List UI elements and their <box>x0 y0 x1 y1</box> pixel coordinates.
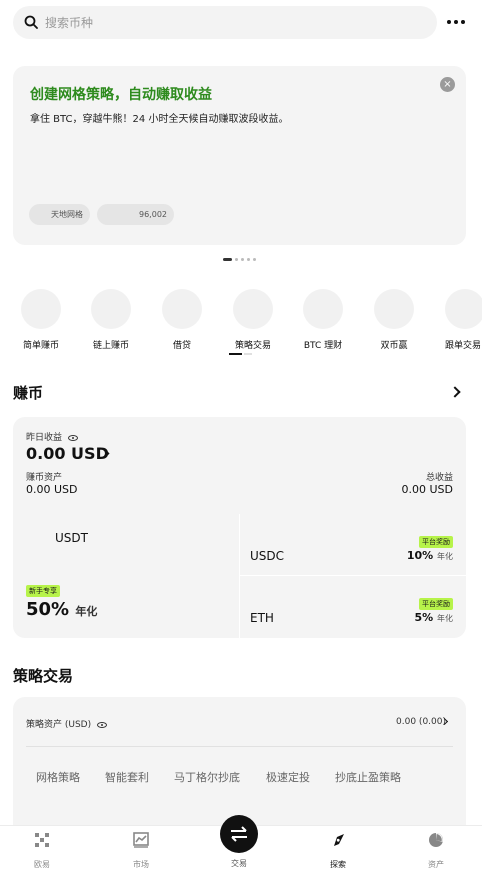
promo-subtitle: 拿住 BTC，穿越牛熊！24 小时全天候自动赚取波段收益。 <box>30 114 289 125</box>
promo-chip-price: 96,002 <box>97 204 174 225</box>
total-earnings-label: 总收益 <box>425 473 453 483</box>
apy-unit: 年化 <box>75 605 98 618</box>
strategy-tab-dca[interactable]: 极速定投 <box>266 769 310 785</box>
eye-icon[interactable] <box>67 434 78 441</box>
nav-label: 资产 <box>428 860 444 869</box>
earn-section-title: 赚币 <box>13 384 44 402</box>
nav-label: 欧易 <box>34 860 50 869</box>
reward-badge: 平台奖励 <box>419 536 453 548</box>
strategy-tab-grid[interactable]: 网格策略 <box>36 769 80 785</box>
category-icon <box>445 289 482 329</box>
carousel-indicator <box>223 258 256 261</box>
more-dots-icon[interactable] <box>447 14 467 30</box>
category-label: 简单赚币 <box>22 341 59 351</box>
strategy-assets-value: 0.00 (0.00) <box>396 717 446 727</box>
strategy-tab-tp-sl[interactable]: 抄底止盈策略 <box>335 769 401 785</box>
category-simple-earn[interactable]: 简单赚币 <box>6 289 76 351</box>
nav-item-assets[interactable]: 资产 <box>406 832 466 870</box>
category-scroll-indicator <box>229 353 242 355</box>
trade-swap-button[interactable] <box>220 815 258 853</box>
category-icon <box>303 289 343 329</box>
category-btc-finance[interactable]: BTC 理财 <box>288 289 358 351</box>
apy-unit: 年化 <box>437 614 453 623</box>
carousel-dot <box>241 258 244 261</box>
nav-item-home[interactable]: 欧易 <box>12 832 72 870</box>
category-label: 跟单交易 <box>445 341 482 351</box>
category-icon <box>162 289 202 329</box>
strategy-assets-label: 策略资产 (USD) <box>26 717 107 730</box>
total-earnings-value: 0.00 USD <box>401 483 454 496</box>
category-dual-invest[interactable]: 双币赢 <box>359 289 429 351</box>
carousel-dot-active <box>223 258 232 261</box>
close-icon[interactable]: × <box>440 77 455 92</box>
category-copy-trade[interactable]: 跟单交易 <box>429 289 482 351</box>
nav-item-market[interactable]: 市场 <box>111 832 171 870</box>
trade-swap-icon <box>231 826 247 842</box>
coin-name: USDT <box>55 531 88 545</box>
strategy-section-title: 策略交易 <box>13 667 74 685</box>
category-icon <box>91 289 131 329</box>
category-label: 策略交易 <box>234 341 271 351</box>
reward-badge: 平台奖励 <box>419 598 453 610</box>
home-icon <box>35 833 49 847</box>
category-label: 链上赚币 <box>92 341 129 351</box>
nav-label: 交易 <box>231 859 247 868</box>
newbie-badge: 新手专享 <box>26 585 60 597</box>
category-scroll-track <box>244 353 252 355</box>
nav-item-explore[interactable]: 探索 <box>308 832 368 870</box>
category-loan[interactable]: 借贷 <box>147 289 217 351</box>
earn-assets-label: 赚币资产 <box>26 473 63 483</box>
eye-icon[interactable] <box>97 721 107 728</box>
nav-label: 探索 <box>330 860 346 869</box>
promo-title: 创建网格策略，自动赚取收益 <box>30 87 212 103</box>
strategy-tab-martingale[interactable]: 马丁格尔抄底 <box>174 769 240 785</box>
category-icon <box>233 289 273 329</box>
category-icon <box>374 289 414 329</box>
yesterday-earnings-value: 0.00 USD <box>26 444 109 463</box>
coin-name: USDC <box>250 549 285 563</box>
apy-value: 50% 年化 <box>26 599 98 620</box>
earn-summary-card[interactable] <box>13 417 466 514</box>
promo-chip-grid: 天地网格 <box>29 204 90 225</box>
category-label: 借贷 <box>172 341 191 351</box>
carousel-dot <box>253 258 256 261</box>
explore-compass-icon <box>334 834 344 846</box>
assets-pie-icon <box>429 833 443 847</box>
category-icon <box>21 289 61 329</box>
chevron-right-icon[interactable] <box>449 386 461 398</box>
category-onchain-earn[interactable]: 链上赚币 <box>76 289 146 351</box>
yesterday-earnings-label: 昨日收益 <box>26 430 78 443</box>
apy-unit: 年化 <box>437 552 453 561</box>
category-strategy[interactable]: 策略交易 <box>218 289 288 351</box>
search-icon <box>24 15 38 29</box>
apy-value: 5% 年化 <box>414 611 453 624</box>
coin-name: ETH <box>250 611 274 625</box>
earn-assets-value: 0.00 USD <box>26 483 78 496</box>
strategy-tab-arbitrage[interactable]: 智能套利 <box>105 769 149 785</box>
carousel-dot <box>247 258 250 261</box>
search-input[interactable]: 搜索币种 <box>45 14 93 31</box>
nav-label: 市场 <box>133 860 149 869</box>
category-label: BTC 理财 <box>303 341 343 351</box>
category-label: 双币赢 <box>380 341 408 351</box>
apy-value: 10% 年化 <box>406 549 453 562</box>
divider <box>26 746 453 747</box>
carousel-dot <box>235 258 238 261</box>
market-chart-icon <box>133 832 149 848</box>
